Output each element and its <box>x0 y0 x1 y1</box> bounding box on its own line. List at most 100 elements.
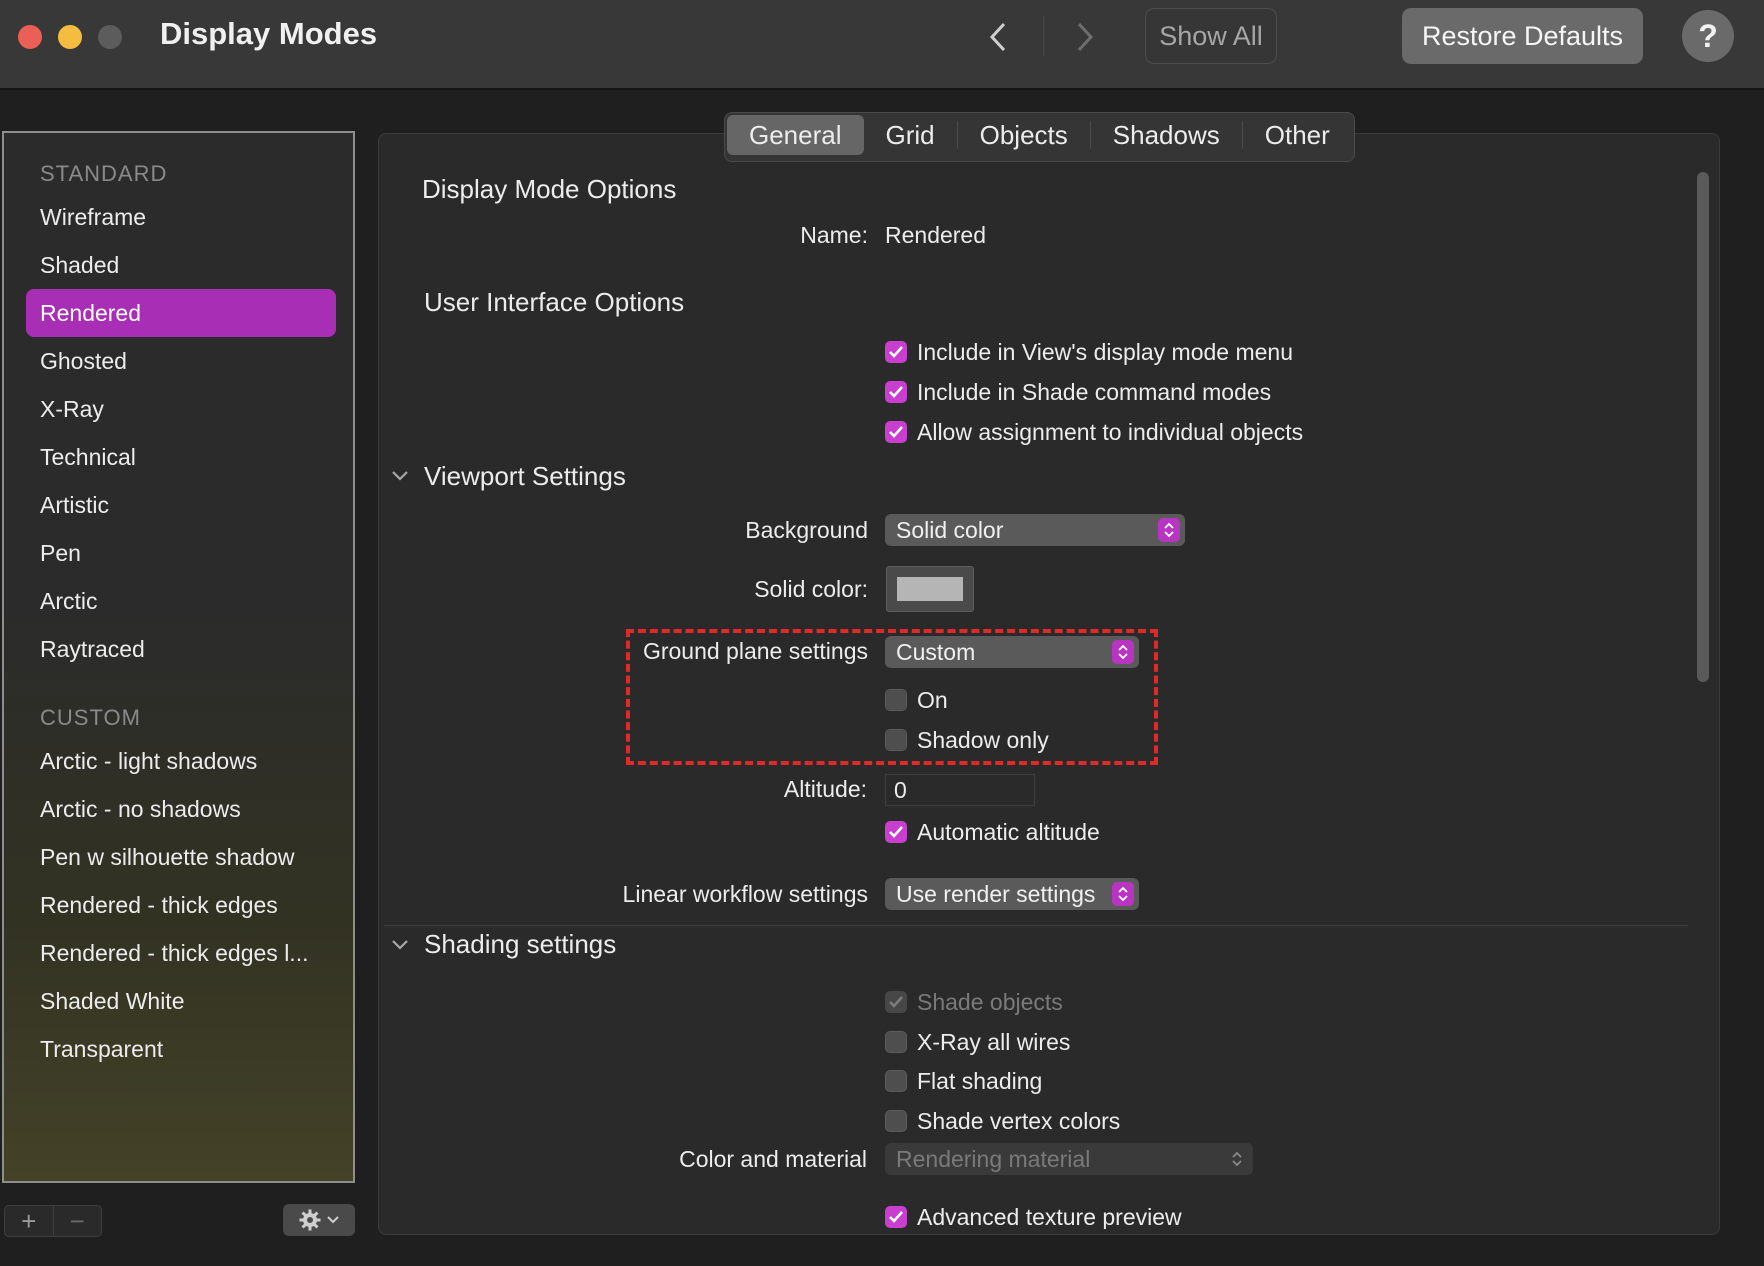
sidebar-item-xray[interactable]: X-Ray <box>26 385 336 433</box>
sidebar-item-shaded[interactable]: Shaded <box>26 241 336 289</box>
checkbox-label: X-Ray all wires <box>917 1028 1071 1055</box>
allow-assignment-checkbox[interactable]: Allow assignment to individual objects <box>885 417 1303 447</box>
checkbox-label: Flat shading <box>917 1067 1043 1094</box>
sidebar-item-arctic[interactable]: Arctic <box>26 577 336 625</box>
solid-color-well[interactable] <box>886 566 974 612</box>
ui-options-title: User Interface Options <box>424 287 685 317</box>
solid-color-label: Solid color: <box>754 576 868 602</box>
title-bar: Display Modes Show All Restore Defaults … <box>0 0 1764 90</box>
sidebar-item-rendered-thick-edges[interactable]: Rendered - thick edges <box>26 881 336 929</box>
checkmark-icon <box>885 381 907 403</box>
custom-section-header: CUSTOM <box>40 705 141 730</box>
show-all-button[interactable]: Show All <box>1145 8 1277 64</box>
background-label: Background <box>745 517 868 543</box>
ground-plane-on-checkbox[interactable]: On <box>885 685 948 715</box>
checkbox-label: Automatic altitude <box>917 818 1100 845</box>
checkmark-icon <box>885 991 907 1013</box>
viewport-collapse-chevron-icon[interactable] <box>390 466 410 486</box>
sidebar-item-pen-silhouette-shadow[interactable]: Pen w silhouette shadow <box>26 833 336 881</box>
add-mode-button[interactable]: + <box>5 1206 53 1236</box>
scrollbar-thumb[interactable] <box>1697 172 1709 682</box>
checkbox-label: On <box>917 686 948 713</box>
sidebar-item-rendered[interactable]: Rendered <box>26 289 336 337</box>
tab-other[interactable]: Other <box>1243 115 1352 155</box>
up-down-arrows-icon <box>1112 640 1134 664</box>
color-material-label: Color and material <box>679 1146 867 1172</box>
chevron-left-icon <box>989 22 1006 52</box>
chevron-right-icon <box>1077 22 1094 52</box>
tab-grid[interactable]: Grid <box>864 115 957 155</box>
nav-divider <box>1043 16 1044 56</box>
ground-plane-label: Ground plane settings <box>642 638 868 664</box>
flat-shading-checkbox[interactable]: Flat shading <box>885 1066 1042 1096</box>
name-value: Rendered <box>885 222 987 248</box>
checkbox-box <box>885 1070 907 1092</box>
up-down-arrows-icon <box>1112 882 1134 906</box>
checkbox-label: Shadow only <box>917 726 1049 753</box>
sidebar-item-rendered-thick-edges-l[interactable]: Rendered - thick edges l... <box>26 929 336 977</box>
checkbox-label: Advanced texture preview <box>917 1205 1182 1229</box>
shading-collapse-chevron-icon[interactable] <box>390 935 410 955</box>
restore-defaults-button[interactable]: Restore Defaults <box>1402 8 1643 64</box>
shadow-only-checkbox[interactable]: Shadow only <box>885 725 1049 755</box>
include-shade-modes-checkbox[interactable]: Include in Shade command modes <box>885 377 1271 407</box>
standard-section-header: STANDARD <box>40 161 168 186</box>
sidebar-item-artistic[interactable]: Artistic <box>26 481 336 529</box>
tab-shadows[interactable]: Shadows <box>1091 115 1242 155</box>
action-menu-button[interactable] <box>283 1204 355 1236</box>
display-modes-sidebar: STANDARD Wireframe Shaded Rendered Ghost… <box>2 131 355 1183</box>
automatic-altitude-checkbox[interactable]: Automatic altitude <box>885 817 1100 847</box>
sidebar-item-raytraced[interactable]: Raytraced <box>26 625 336 673</box>
color-material-popup[interactable]: Rendering material <box>885 1143 1253 1175</box>
up-down-arrows-icon <box>1226 1147 1248 1171</box>
display-mode-options-title: Display Mode Options <box>422 174 677 204</box>
checkbox-box <box>885 689 907 711</box>
tab-objects[interactable]: Objects <box>958 115 1090 155</box>
sidebar-item-arctic-light-shadows[interactable]: Arctic - light shadows <box>26 737 336 785</box>
tab-general[interactable]: General <box>727 115 864 155</box>
help-button[interactable]: ? <box>1682 10 1734 62</box>
minimize-window-button[interactable] <box>58 25 82 49</box>
checkbox-label: Shade vertex colors <box>917 1107 1121 1134</box>
sidebar-item-wireframe[interactable]: Wireframe <box>26 193 336 241</box>
checkbox-label: Allow assignment to individual objects <box>917 418 1304 445</box>
sidebar-item-ghosted[interactable]: Ghosted <box>26 337 336 385</box>
checkbox-box <box>885 1110 907 1132</box>
sidebar-item-pen[interactable]: Pen <box>26 529 336 577</box>
sidebar-item-shaded-white[interactable]: Shaded White <box>26 977 336 1025</box>
section-divider <box>384 925 1688 926</box>
checkbox-box <box>885 1031 907 1053</box>
checkbox-label: Shade objects <box>917 988 1063 1015</box>
sidebar-item-transparent[interactable]: Transparent <box>26 1025 336 1073</box>
forward-button[interactable] <box>1062 14 1108 60</box>
remove-mode-button[interactable]: − <box>52 1206 102 1236</box>
background-popup[interactable]: Solid color <box>885 514 1185 546</box>
gear-icon <box>299 1209 321 1231</box>
sidebar-item-arctic-no-shadows[interactable]: Arctic - no shadows <box>26 785 336 833</box>
include-view-menu-checkbox[interactable]: Include in View's display mode menu <box>885 337 1293 367</box>
sidebar-item-technical[interactable]: Technical <box>26 433 336 481</box>
window-title: Display Modes <box>160 16 378 51</box>
advanced-texture-preview-checkbox[interactable]: Advanced texture preview <box>885 1205 1182 1229</box>
xray-all-wires-checkbox[interactable]: X-Ray all wires <box>885 1027 1070 1057</box>
checkbox-label: Include in View's display mode menu <box>917 338 1294 365</box>
add-remove-control: + − <box>4 1205 102 1237</box>
color-swatch <box>897 577 963 601</box>
checkbox-box <box>885 729 907 751</box>
ground-plane-popup[interactable]: Custom <box>885 636 1139 668</box>
checkbox-label: Include in Shade command modes <box>917 378 1272 405</box>
shading-settings-title: Shading settings <box>424 929 617 959</box>
altitude-label: Altitude: <box>783 776 867 802</box>
linear-workflow-popup[interactable]: Use render settings <box>885 878 1139 910</box>
ground-plane-value: Custom <box>896 639 976 665</box>
shade-objects-checkbox[interactable]: Shade objects <box>885 987 1063 1017</box>
close-window-button[interactable] <box>18 25 42 49</box>
zoom-window-button[interactable] <box>98 25 122 49</box>
tab-bar: General Grid Objects Shadows Other <box>724 112 1355 162</box>
linear-workflow-value: Use render settings <box>896 881 1096 907</box>
checkmark-icon <box>885 1206 907 1228</box>
checkmark-icon <box>885 821 907 843</box>
altitude-input[interactable]: 0 <box>885 774 1035 806</box>
back-button[interactable] <box>975 14 1021 60</box>
shade-vertex-colors-checkbox[interactable]: Shade vertex colors <box>885 1106 1120 1136</box>
